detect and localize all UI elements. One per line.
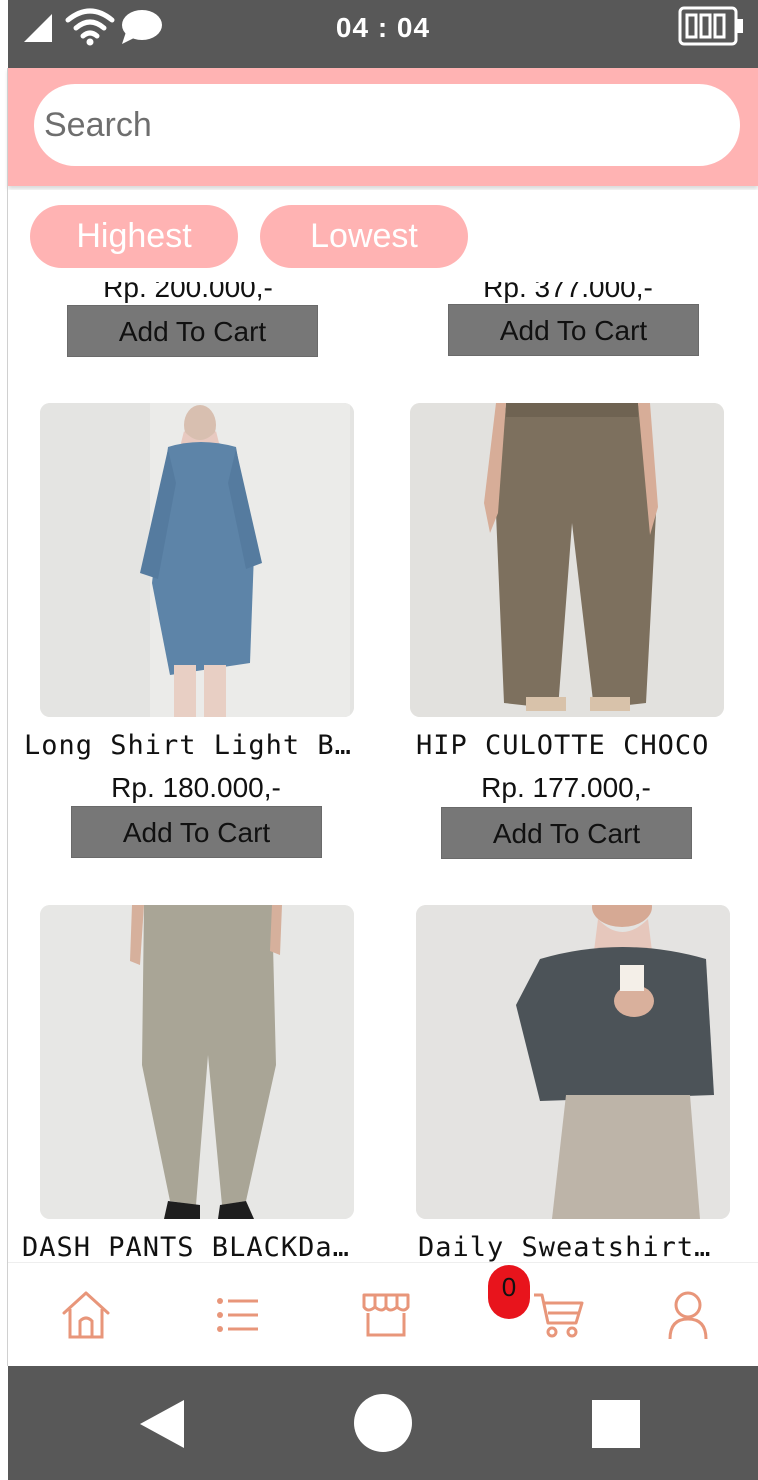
clock: 04 : 04 [335,12,431,43]
add-to-cart-button[interactable]: Add To Cart [448,304,699,356]
product-photo [40,905,354,1219]
product-price: Rp. 180.000,- [111,772,281,803]
search-input[interactable] [34,84,740,166]
home-circle-icon[interactable] [354,1394,412,1452]
system-nav-bar [8,1366,758,1480]
recents-icon[interactable] [592,1400,640,1448]
sort-row: Highest Lowest [8,190,758,282]
product-image[interactable] [40,403,354,717]
list-icon[interactable] [212,1289,264,1341]
add-to-cart-button[interactable]: Add To Cart [71,806,322,858]
product-photo [40,403,354,717]
product-name[interactable]: HIP CULOTTE CHOCO [416,730,756,761]
home-icon[interactable] [60,1289,112,1341]
product-photo [410,403,724,717]
product-list[interactable]: Highest Lowest Rp. 200.000,- Add To Cart… [8,190,758,1262]
product-photo [416,905,730,1219]
product-image[interactable] [416,905,730,1219]
add-to-cart-button[interactable]: Add To Cart [441,807,692,859]
add-to-cart-button[interactable]: Add To Cart [67,305,318,357]
back-icon[interactable] [138,1398,186,1450]
product-name[interactable]: DASH PANTS BLACKDa… [22,1232,362,1262]
bottom-nav: 0 [8,1262,758,1366]
profile-icon[interactable] [662,1289,714,1341]
search-header [8,68,758,186]
status-bar: 04 : 04 [8,0,758,68]
battery-icon [678,6,743,46]
sort-lowest-button[interactable]: Lowest [260,205,468,268]
store-icon[interactable] [360,1289,412,1341]
product-image[interactable] [410,403,724,717]
sort-highest-button[interactable]: Highest [30,205,238,268]
product-name[interactable]: Long Shirt Light B… [24,730,364,761]
cart-count-badge: 0 [488,1265,530,1319]
product-name[interactable]: Daily Sweatshirt… [418,1232,758,1262]
product-image[interactable] [40,905,354,1219]
cart-icon[interactable] [532,1289,584,1341]
product-price: Rp. 177.000,- [481,772,651,803]
